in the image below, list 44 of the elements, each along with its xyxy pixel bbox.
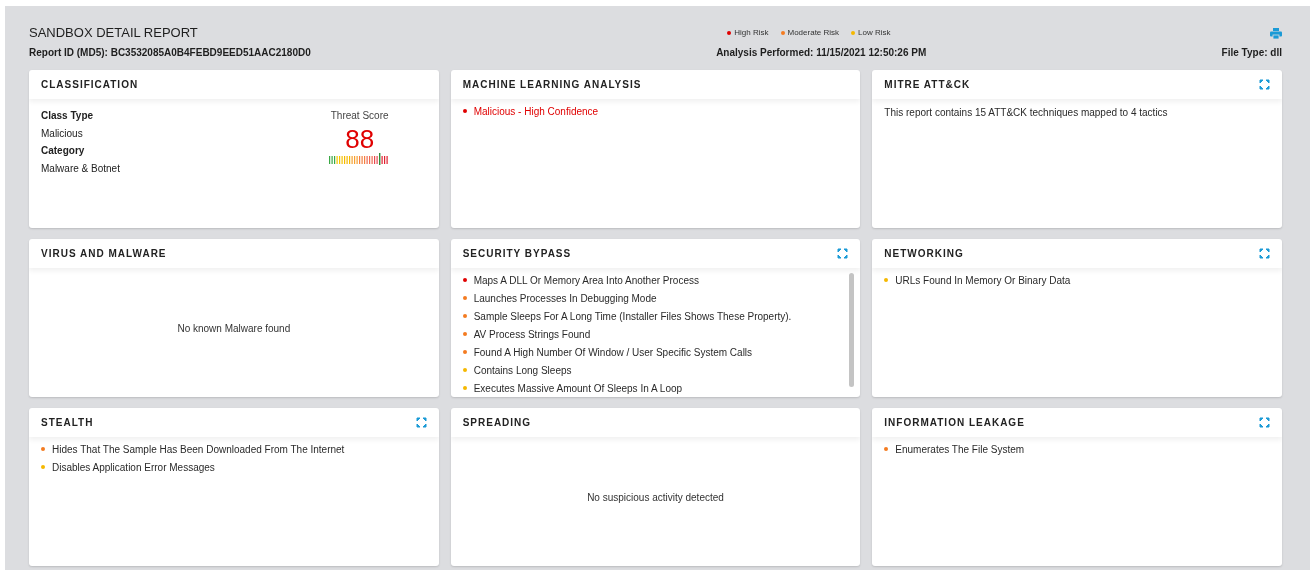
card-title: STEALTH xyxy=(41,416,94,430)
expand-icon[interactable] xyxy=(837,248,849,259)
finding-text: Contains Long Sleeps xyxy=(473,363,572,378)
legend-label: Moderate Risk xyxy=(787,27,840,39)
card-title: MACHINE LEARNING ANALYSIS xyxy=(462,78,642,92)
expand-icon[interactable] xyxy=(1259,79,1270,90)
threat-score: 88 xyxy=(345,125,375,153)
finding-text: AV Process Strings Found xyxy=(473,327,591,342)
finding-text: Found A High Number Of Window / User Specific System Calls xyxy=(473,345,753,360)
card-title: VIRUS AND MALWARE xyxy=(41,247,167,261)
card-title: INFORMATION LEAKAGE xyxy=(884,416,1025,430)
field-label: Class Type xyxy=(41,109,95,123)
scrollbar-thumb[interactable] xyxy=(849,273,855,387)
expand-icon[interactable] xyxy=(1259,248,1270,259)
finding-text: Hides That The Sample Has Been Downloaded From The Internet xyxy=(52,442,345,457)
finding-text: Enumerates The File System xyxy=(895,442,1025,457)
field-label: Category xyxy=(41,144,86,158)
field-value: Malware & Botnet xyxy=(41,162,120,176)
file-type: File Type: dll xyxy=(1221,46,1282,60)
expand-icon[interactable] xyxy=(1259,417,1270,428)
report-title: SANDBOX DETAIL REPORT xyxy=(29,24,198,43)
analysis-time: Analysis Performed: 11/15/2021 12:50:26 PM xyxy=(716,46,927,60)
card-title: SPREADING xyxy=(462,416,532,430)
legend-label: Low Risk xyxy=(858,27,891,39)
empty-message: No known Malware found xyxy=(177,322,291,336)
card-title: NETWORKING xyxy=(884,247,964,261)
score-label: Threat Score xyxy=(330,109,389,123)
finding-text: Disables Application Error Messages xyxy=(52,460,215,475)
print-icon[interactable] xyxy=(1270,27,1282,39)
empty-message: No suspicious activity detected xyxy=(587,491,724,505)
finding-text: Executes Massive Amount Of Sleeps In A Loop xyxy=(473,381,683,396)
finding-text: Launches Processes In Debugging Mode xyxy=(473,291,657,306)
report-id: Report ID (MD5): BC3532085A0B4FEBD9EED51AAC2180D0 xyxy=(29,46,311,60)
card-title: MITRE ATT&CK xyxy=(884,78,971,92)
finding-text: Sample Sleeps For A Long Time (Installer Files Shows These Property). xyxy=(473,309,792,324)
field-value: Malicious xyxy=(41,127,84,141)
legend-label: High Risk xyxy=(734,27,769,39)
finding-text: Maps A DLL Or Memory Area Into Another Process xyxy=(473,273,699,288)
summary-text: This report contains 15 ATT&CK techniques mapped to 4 tactics xyxy=(883,106,1169,120)
expand-icon[interactable] xyxy=(415,417,427,428)
card-title: SECURITY BYPASS xyxy=(462,247,572,261)
card-title: CLASSIFICATION xyxy=(41,78,139,92)
finding-text: Malicious - High Confidence xyxy=(473,104,599,119)
finding-text: URLs Found In Memory Or Binary Data xyxy=(895,273,1071,288)
